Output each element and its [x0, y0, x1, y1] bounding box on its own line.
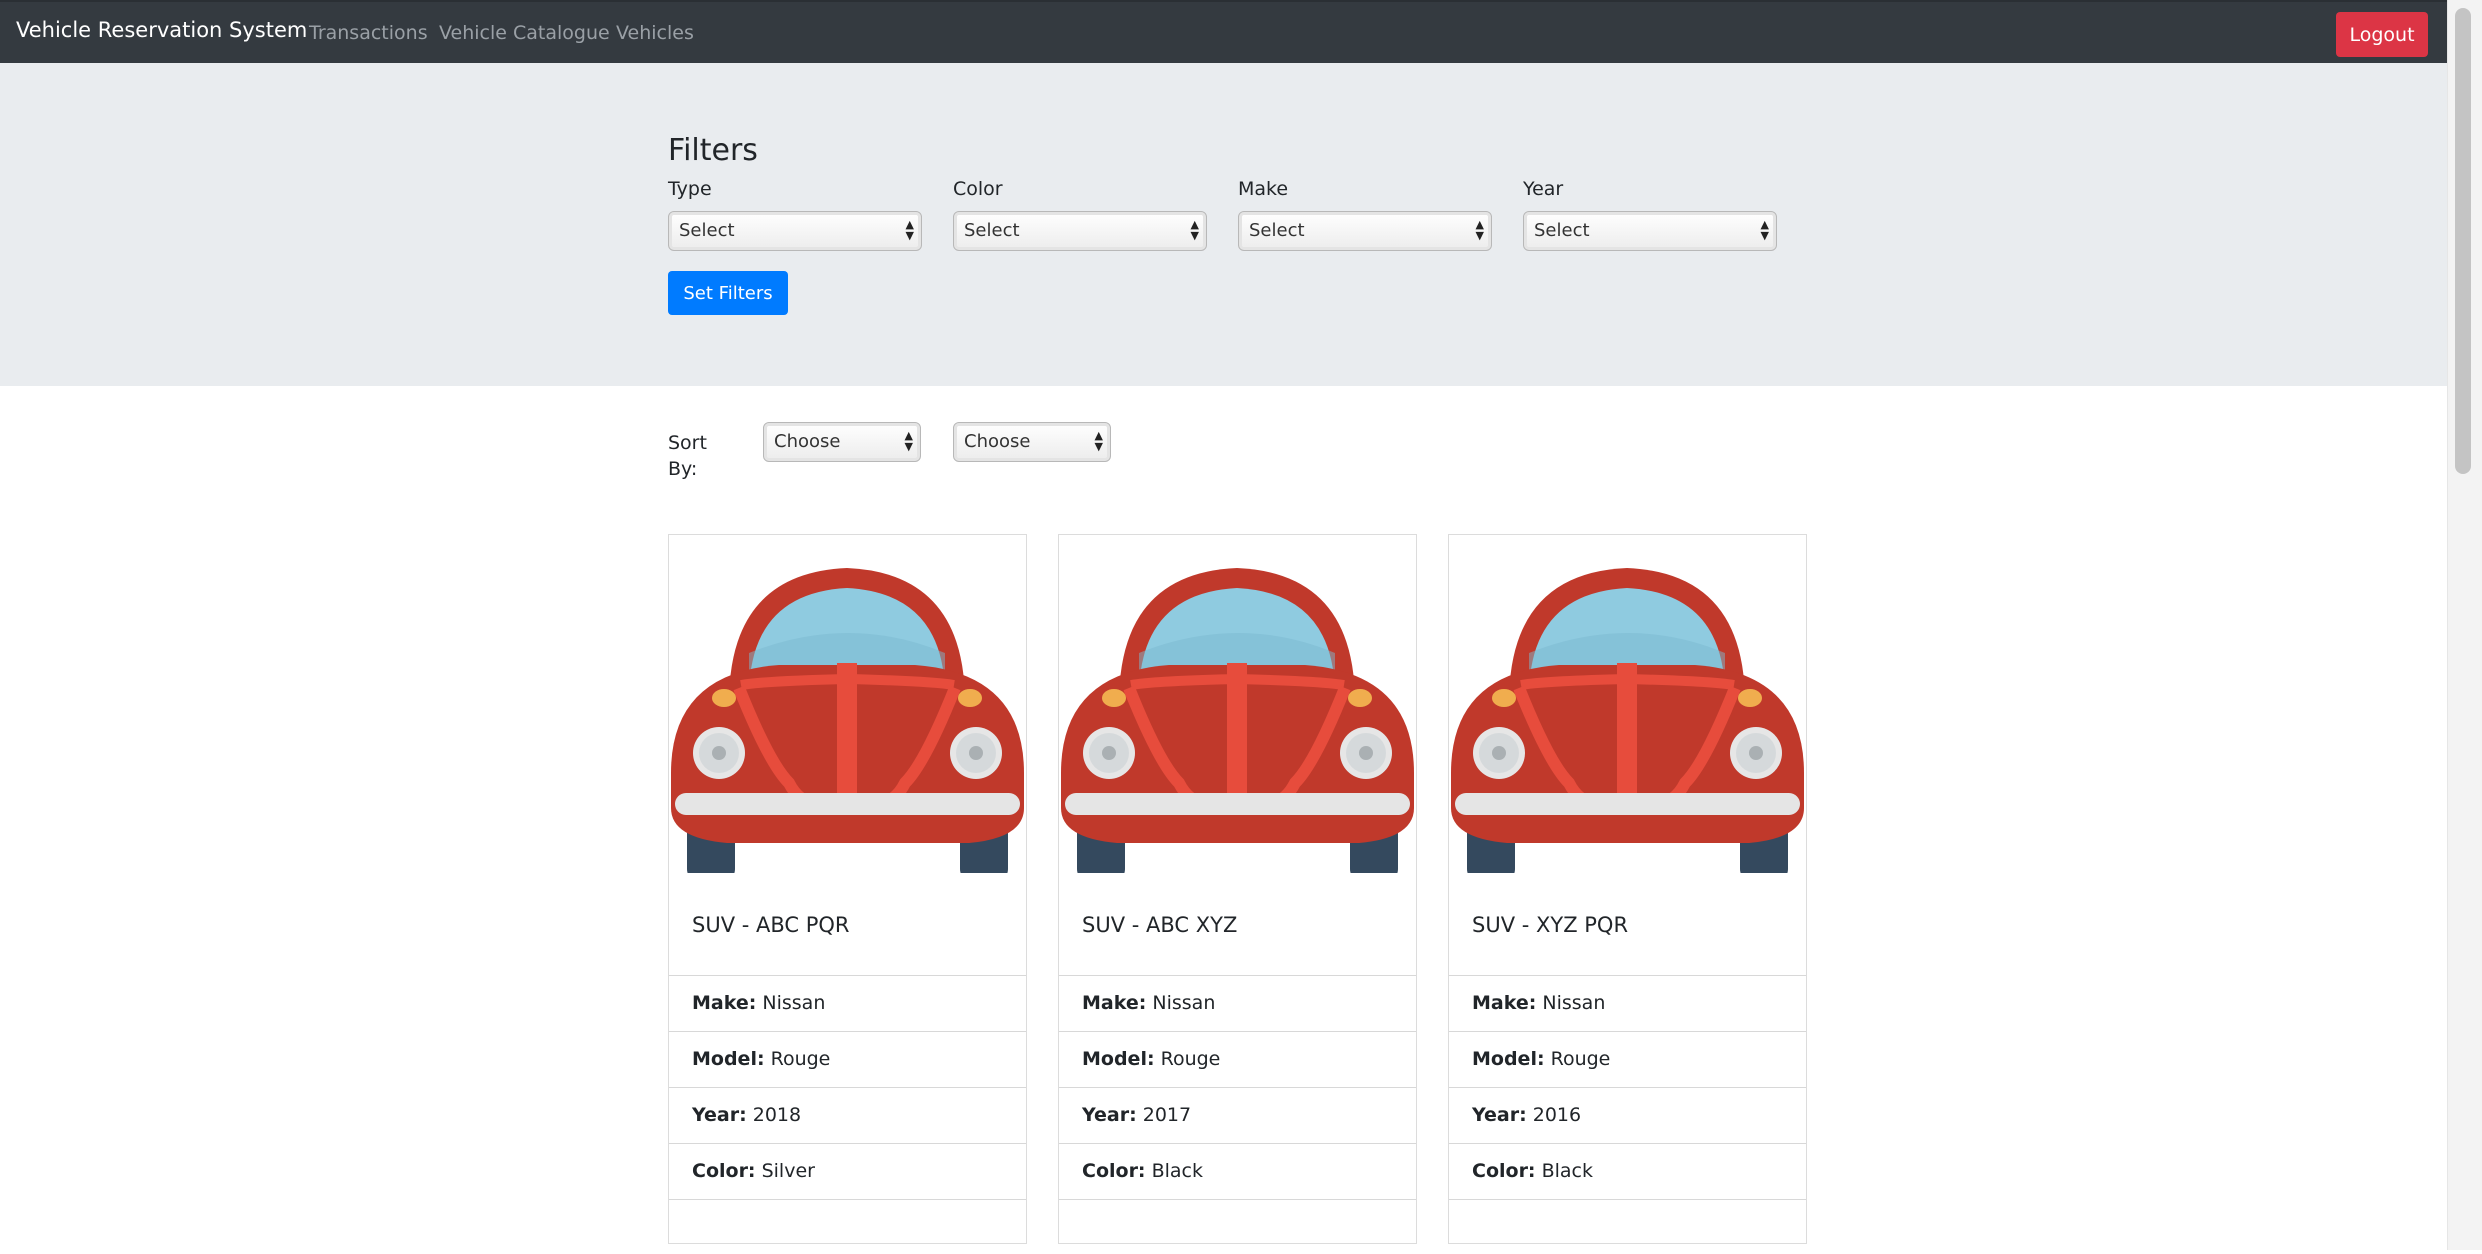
vehicle-card-footer — [1449, 1199, 1806, 1254]
select-arrows-icon: ▲ ▼ — [1094, 429, 1103, 453]
vehicle-year-row: Year: 2018 — [669, 1087, 1026, 1142]
vehicle-card[interactable]: SUV - ABC PQR Make: Nissan Model: Rouge … — [668, 534, 1027, 1244]
make-label: Make: — [692, 992, 757, 1014]
vehicle-color-row: Color: Silver — [669, 1143, 1026, 1198]
vehicle-year-row: Year: 2016 — [1449, 1087, 1806, 1142]
filters-panel — [0, 63, 2447, 386]
make-label: Make: — [1472, 992, 1537, 1014]
color-label: Color: — [1082, 1160, 1146, 1182]
color-value: Silver — [761, 1160, 815, 1182]
select-arrows-icon: ▲ ▼ — [905, 218, 914, 242]
make-value: Nissan — [1542, 992, 1606, 1014]
year-value: 2016 — [1532, 1104, 1582, 1126]
model-label: Model: — [692, 1048, 765, 1070]
select-arrows-icon: ▲ ▼ — [1760, 218, 1769, 242]
filter-type-value: Select — [679, 220, 735, 241]
filter-make-select[interactable]: Select ▲ ▼ — [1238, 211, 1492, 251]
year-label: Year: — [692, 1104, 747, 1126]
filter-type-select[interactable]: Select ▲ ▼ — [668, 211, 922, 251]
vehicle-make-row: Make: Nissan — [1449, 975, 1806, 1030]
color-label: Color: — [692, 1160, 756, 1182]
nav-link-vehicle-catalogue[interactable]: Vehicle Catalogue — [439, 22, 610, 44]
filter-color-select[interactable]: Select ▲ ▼ — [953, 211, 1207, 251]
select-arrows-icon: ▲ ▼ — [1475, 218, 1484, 242]
filter-make-value: Select — [1249, 220, 1305, 241]
model-value: Rouge — [1160, 1048, 1221, 1070]
year-value: 2017 — [1142, 1104, 1192, 1126]
filter-color-value: Select — [964, 220, 1020, 241]
scrollbar-thumb[interactable] — [2455, 8, 2471, 474]
filters-title: Filters — [668, 133, 758, 168]
select-arrows-icon: ▲ ▼ — [1190, 218, 1199, 242]
filter-year-label: Year — [1523, 178, 1564, 200]
color-label: Color: — [1472, 1160, 1536, 1182]
vehicle-card-title: SUV - XYZ PQR — [1472, 913, 1629, 937]
filter-make-label: Make — [1238, 178, 1289, 200]
nav-link-vehicles[interactable]: Vehicles — [616, 22, 694, 44]
car-image — [669, 553, 1026, 873]
vehicle-color-row: Color: Black — [1449, 1143, 1806, 1198]
nav-link-transactions[interactable]: Transactions — [309, 22, 428, 44]
make-value: Nissan — [762, 992, 826, 1014]
brand-link[interactable]: Vehicle Reservation System — [16, 18, 307, 42]
model-value: Rouge — [770, 1048, 831, 1070]
navbar: Vehicle Reservation System Transactions … — [0, 0, 2447, 63]
vehicle-color-row: Color: Black — [1059, 1143, 1416, 1198]
vehicle-card-title: SUV - ABC XYZ — [1082, 913, 1238, 937]
make-value: Nissan — [1152, 992, 1216, 1014]
vehicle-card-footer — [669, 1199, 1026, 1254]
year-label: Year: — [1472, 1104, 1527, 1126]
sort-select-2-value: Choose — [964, 431, 1031, 452]
vehicle-card[interactable]: SUV - ABC XYZ Make: Nissan Model: Rouge … — [1058, 534, 1417, 1244]
color-value: Black — [1541, 1160, 1593, 1182]
select-arrows-icon: ▲ ▼ — [904, 429, 913, 453]
vehicle-make-row: Make: Nissan — [1059, 975, 1416, 1030]
vehicle-card-title: SUV - ABC PQR — [692, 913, 850, 937]
model-label: Model: — [1082, 1048, 1155, 1070]
model-value: Rouge — [1550, 1048, 1611, 1070]
vehicle-card-footer — [1059, 1199, 1416, 1254]
year-label: Year: — [1082, 1104, 1137, 1126]
model-label: Model: — [1472, 1048, 1545, 1070]
vehicle-model-row: Model: Rouge — [1449, 1031, 1806, 1086]
filter-year-select[interactable]: Select ▲ ▼ — [1523, 211, 1777, 251]
logout-button[interactable]: Logout — [2336, 12, 2428, 57]
vehicle-make-row: Make: Nissan — [669, 975, 1026, 1030]
vehicle-year-row: Year: 2017 — [1059, 1087, 1416, 1142]
sort-select-1[interactable]: Choose ▲ ▼ — [763, 422, 921, 462]
filter-color-label: Color — [953, 178, 1003, 200]
filter-type-label: Type — [668, 178, 712, 200]
color-value: Black — [1151, 1160, 1203, 1182]
sort-select-1-value: Choose — [774, 431, 841, 452]
make-label: Make: — [1082, 992, 1147, 1014]
vehicle-model-row: Model: Rouge — [1059, 1031, 1416, 1086]
filter-year-value: Select — [1534, 220, 1590, 241]
vehicle-model-row: Model: Rouge — [669, 1031, 1026, 1086]
set-filters-button[interactable]: Set Filters — [668, 271, 788, 315]
sort-by-label: Sort By: — [668, 432, 707, 480]
car-image — [1449, 553, 1806, 873]
sort-select-2[interactable]: Choose ▲ ▼ — [953, 422, 1111, 462]
vehicle-card[interactable]: SUV - XYZ PQR Make: Nissan Model: Rouge … — [1448, 534, 1807, 1244]
car-image — [1059, 553, 1416, 873]
year-value: 2018 — [752, 1104, 802, 1126]
